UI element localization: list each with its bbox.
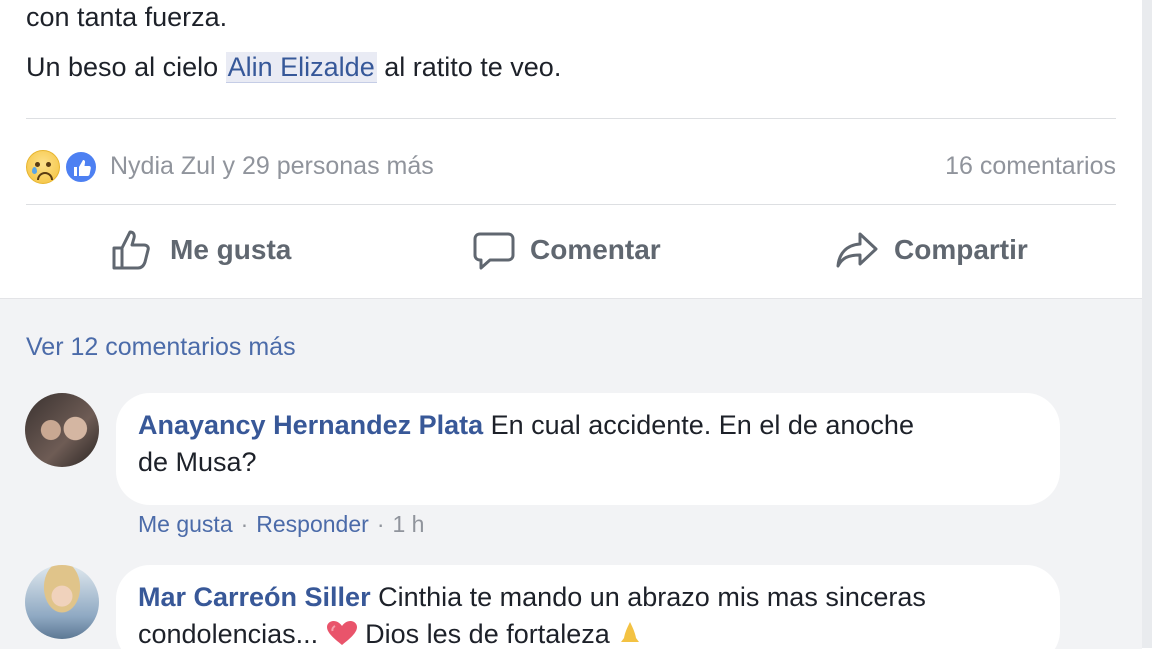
comments-count-link[interactable]: 16 comentarios [945, 152, 1116, 181]
praying-hands-emoji-icon [621, 622, 640, 642]
comment-button[interactable]: Comentar [472, 226, 661, 274]
comment-text: Mar Carreón Siller Cinthia te mando un a… [138, 579, 1038, 653]
like-thumb-icon [64, 150, 98, 184]
comment-like-link[interactable]: Me gusta [138, 511, 233, 537]
reaction-icons[interactable] [26, 148, 102, 184]
reactions-bar: Nydia Zul y 29 personas más 16 comentari… [26, 146, 1116, 184]
comments-section: Ver 12 comentarios más Anayancy Hernande… [0, 298, 1142, 665]
heart-emoji-icon [326, 621, 357, 645]
post-text-segment: Un beso al cielo [26, 52, 219, 82]
comment-meta: Me gusta · Responder · 1 h [138, 511, 424, 538]
separator: · [240, 511, 249, 537]
comment-body: condolencias... [138, 619, 319, 649]
comment-bubble-icon [473, 232, 515, 270]
reactions-summary-link[interactable]: Nydia Zul y 29 personas más [110, 152, 434, 181]
comment-body: Cinthia te mando un abrazo mis mas since… [378, 582, 926, 612]
view-more-comments-link[interactable]: Ver 12 comentarios más [26, 333, 296, 362]
comment-bubble: Mar Carreón Siller Cinthia te mando un a… [116, 565, 1060, 665]
post-text-line: Un beso al cielo Alin Elizalde al ratito… [26, 44, 561, 91]
like-button[interactable]: Me gusta [110, 226, 291, 274]
comment-reply-link[interactable]: Responder [256, 511, 369, 537]
post-card: con tanta fuerza. Un beso al cielo Alin … [0, 0, 1142, 298]
comment-timestamp[interactable]: 1 h [392, 511, 424, 537]
post-text-segment: al ratito te veo. [384, 52, 562, 82]
page-background [1142, 0, 1152, 648]
comment-body: Dios les de fortaleza [365, 619, 610, 649]
comment-author-link[interactable]: Anayancy Hernandez Plata [138, 410, 483, 440]
avatar[interactable] [25, 393, 99, 467]
sad-face-icon [26, 150, 60, 184]
share-arrow-icon [836, 232, 878, 268]
thumbs-up-icon [112, 230, 150, 270]
comment-button-label: Comentar [530, 234, 661, 265]
like-button-label: Me gusta [170, 234, 292, 265]
post-actions: Me gusta Comentar Compartir [0, 206, 1142, 296]
mention-link[interactable]: Alin Elizalde [225, 52, 377, 83]
avatar[interactable] [25, 565, 99, 639]
divider [26, 118, 1116, 119]
share-button[interactable]: Compartir [834, 226, 1028, 274]
post-text-line: con tanta fuerza. [26, 2, 228, 32]
comment-bubble: Anayancy Hernandez Plata En cual acciden… [116, 393, 1060, 505]
comment-body: En cual accidente. En el de anoche [490, 410, 914, 440]
comment-body: de Musa? [138, 447, 257, 477]
share-button-label: Compartir [894, 234, 1028, 265]
divider [26, 204, 1116, 205]
separator: · [376, 511, 385, 537]
comment-text: Anayancy Hernandez Plata En cual acciden… [138, 407, 1038, 481]
comment-author-link[interactable]: Mar Carreón Siller [138, 582, 371, 612]
